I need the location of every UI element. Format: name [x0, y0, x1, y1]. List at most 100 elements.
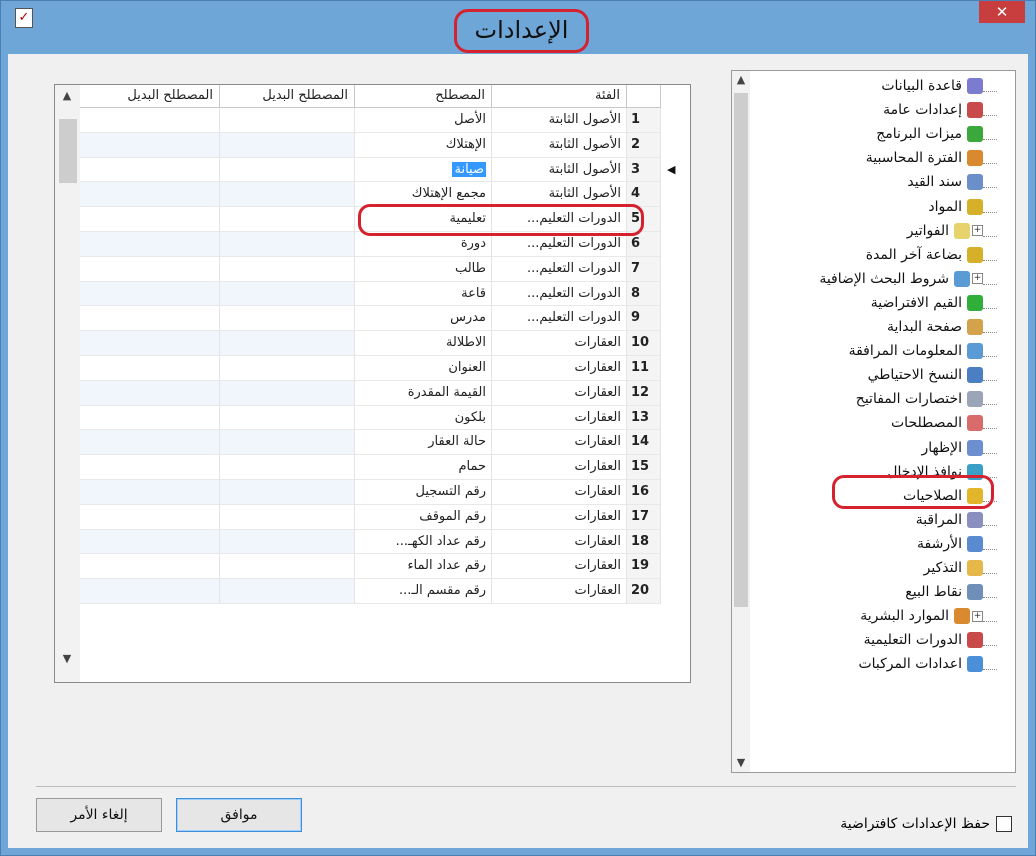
tree-item[interactable]: الإظهار	[922, 437, 997, 459]
cell-num[interactable]: 8	[627, 281, 661, 307]
cell-term[interactable]: رقم التسجيل	[355, 480, 492, 505]
cell-alt2[interactable]	[80, 504, 220, 530]
cell-num[interactable]: 3	[627, 157, 661, 183]
cell-term[interactable]: رقم عداد الماء	[355, 554, 492, 580]
cell-num[interactable]: 14	[627, 430, 661, 456]
cell-alt2[interactable]	[80, 380, 220, 406]
tree-item[interactable]: الفترة المحاسبية	[866, 147, 997, 169]
close-button[interactable]: ✕	[979, 1, 1025, 23]
cancel-button[interactable]: إلغاء الأمر	[36, 798, 162, 832]
selected-term-text[interactable]: صيانة	[452, 161, 486, 177]
cell-alt1[interactable]	[220, 108, 355, 133]
cell-num[interactable]: 16	[627, 480, 661, 505]
cell-alt2[interactable]	[80, 256, 220, 282]
cell-alt2[interactable]	[80, 455, 220, 480]
cell-num[interactable]: 12	[627, 380, 661, 406]
cell-num[interactable]: 10	[627, 331, 661, 356]
cell-category[interactable]: العقارات	[492, 504, 627, 530]
scroll-down-icon[interactable]: ▼	[732, 754, 750, 772]
cell-alt2[interactable]	[80, 281, 220, 307]
expand-icon[interactable]: +	[972, 225, 983, 237]
cell-category[interactable]: الدورات التعليم...	[492, 306, 627, 332]
title-bar[interactable]: ✓ الإعدادات ✕	[1, 1, 1035, 53]
cell-category[interactable]: الأصول الثابتة	[492, 108, 627, 133]
cell-term[interactable]: رقم عداد الكهـ...	[355, 529, 492, 555]
cell-term[interactable]: الاطلالة	[355, 331, 492, 356]
cell-num[interactable]: 2	[627, 132, 661, 158]
tree-item[interactable]: نقاط البيع	[905, 581, 997, 603]
column-header-term[interactable]: المصطلح	[355, 85, 492, 108]
cell-alt1[interactable]	[220, 579, 355, 604]
cell-alt2[interactable]	[80, 182, 220, 208]
scroll-down-icon[interactable]: ▼	[58, 650, 76, 668]
cell-term[interactable]: مدرس	[355, 306, 492, 332]
cell-term[interactable]: رقم الموقف	[355, 504, 492, 530]
cell-num[interactable]: 19	[627, 554, 661, 580]
cell-alt2[interactable]	[80, 207, 220, 232]
cell-category[interactable]: الأصول الثابتة	[492, 157, 627, 183]
cell-category[interactable]: العقارات	[492, 331, 627, 356]
tree-item[interactable]: المصطلحات	[891, 412, 997, 434]
expand-icon[interactable]: +	[972, 610, 983, 622]
cell-term[interactable]: الأصل	[355, 108, 492, 133]
cell-category[interactable]: العقارات	[492, 579, 627, 604]
cell-alt1[interactable]	[220, 380, 355, 406]
cell-num[interactable]: 15	[627, 455, 661, 480]
cell-alt2[interactable]	[80, 232, 220, 257]
cell-alt2[interactable]	[80, 306, 220, 332]
cell-num[interactable]: 7	[627, 256, 661, 282]
cell-term[interactable]: بلكون	[355, 405, 492, 431]
cell-alt2[interactable]	[80, 108, 220, 133]
tree-item[interactable]: اختصارات المفاتيح	[856, 388, 997, 410]
cell-alt2[interactable]	[80, 430, 220, 456]
cell-alt1[interactable]	[220, 281, 355, 307]
cell-alt2[interactable]	[80, 331, 220, 356]
cell-alt1[interactable]	[220, 529, 355, 555]
cell-alt2[interactable]	[80, 554, 220, 580]
terms-grid[interactable]: ▲ ▼ المصطلح البديل المصطلح البديل المصطل…	[54, 84, 691, 683]
tree-item[interactable]: الأرشفة	[917, 533, 997, 555]
cell-alt2[interactable]	[80, 405, 220, 431]
cell-term[interactable]: حمام	[355, 455, 492, 480]
cell-alt1[interactable]	[220, 232, 355, 257]
cell-alt1[interactable]	[220, 405, 355, 431]
cell-alt1[interactable]	[220, 256, 355, 282]
cell-alt2[interactable]	[80, 132, 220, 158]
cell-category[interactable]: العقارات	[492, 430, 627, 456]
cell-alt1[interactable]	[220, 182, 355, 208]
cell-alt1[interactable]	[220, 207, 355, 232]
cell-category[interactable]: الأصول الثابتة	[492, 132, 627, 158]
cell-alt1[interactable]	[220, 306, 355, 332]
cell-alt1[interactable]	[220, 480, 355, 505]
cell-alt1[interactable]	[220, 356, 355, 381]
cell-category[interactable]: العقارات	[492, 356, 627, 381]
scroll-up-icon[interactable]: ▲	[58, 87, 76, 105]
cell-alt1[interactable]	[220, 157, 355, 183]
tree-item[interactable]: سند القيد	[907, 171, 997, 193]
tree-item[interactable]: قاعدة البيانات	[881, 75, 997, 97]
cell-num[interactable]: 9	[627, 306, 661, 332]
save-default-checkbox[interactable]: حفظ الإعدادات كافتراضية	[788, 814, 1012, 834]
cell-alt2[interactable]	[80, 529, 220, 555]
checkbox-box[interactable]	[996, 816, 1012, 832]
cell-num[interactable]: 13	[627, 405, 661, 431]
cell-term[interactable]: القيمة المقدرة	[355, 380, 492, 406]
cell-category[interactable]: الدورات التعليم...	[492, 256, 627, 282]
cell-alt1[interactable]	[220, 554, 355, 580]
tree-item[interactable]: صفحة البداية	[887, 316, 997, 338]
grid-scroll-thumb[interactable]	[59, 119, 77, 183]
cell-alt1[interactable]	[220, 504, 355, 530]
tree-item[interactable]: التذكير	[924, 557, 997, 579]
cell-alt2[interactable]	[80, 356, 220, 381]
scroll-up-icon[interactable]: ▲	[732, 71, 750, 89]
cell-category[interactable]: العقارات	[492, 480, 627, 505]
app-icon[interactable]: ✓	[15, 8, 33, 28]
ok-button[interactable]: موافق	[176, 798, 302, 832]
cell-category[interactable]: العقارات	[492, 405, 627, 431]
cell-term[interactable]: طالب	[355, 256, 492, 282]
cell-alt2[interactable]	[80, 579, 220, 604]
cell-category[interactable]: العقارات	[492, 554, 627, 580]
cell-alt1[interactable]	[220, 430, 355, 456]
cell-alt2[interactable]	[80, 480, 220, 505]
tree-scrollbar[interactable]: ▲ ▼	[732, 71, 750, 772]
